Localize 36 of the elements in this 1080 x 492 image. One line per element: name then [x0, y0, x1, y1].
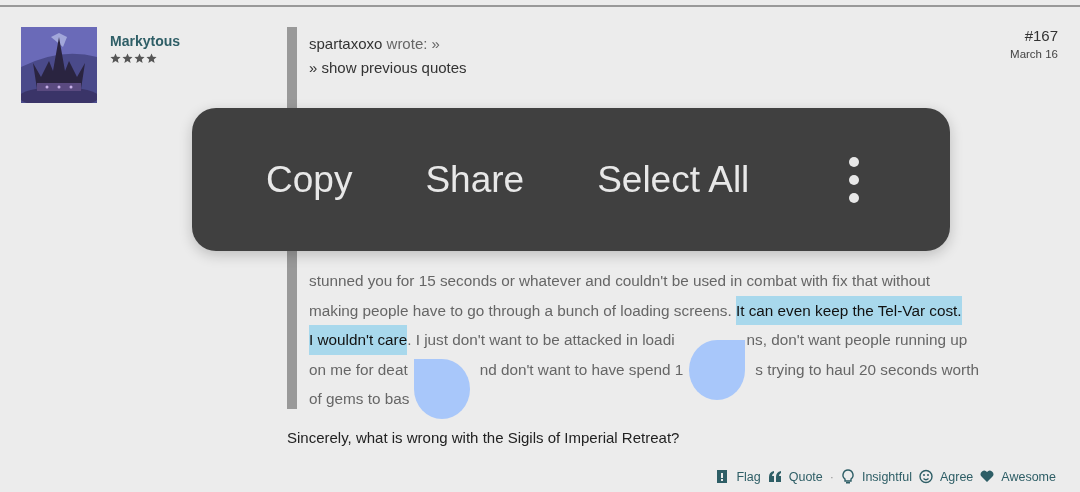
quote-text: s trying to haul 20 seconds worth — [755, 359, 979, 380]
quote-text: . I just don't want to be attacked in loadi — [407, 330, 675, 350]
more-icon[interactable] — [847, 154, 862, 205]
star-icon — [122, 53, 133, 64]
post-text: Sincerely, what is wrong with the Sigils of Imperial Retreat? — [287, 429, 681, 446]
quote-text: making people have to go through a bunch of loading screens. — [309, 300, 733, 321]
separator-dot: · — [829, 469, 834, 484]
quote-wrote: wrote: » — [386, 35, 440, 52]
star-icon — [134, 53, 145, 64]
quote-text: of gems to bas — [309, 389, 410, 409]
post-number[interactable]: #167 — [1010, 27, 1058, 44]
quote-text: on me for deat — [309, 359, 408, 380]
bulb-icon — [840, 469, 855, 484]
quote-author[interactable]: spartaxoxo — [309, 35, 383, 52]
show-previous-quotes-link[interactable]: » show previous quotes — [309, 56, 1011, 80]
quote-text: nd don't want to have spend 1 — [479, 359, 684, 380]
selected-text: I wouldn't care — [309, 325, 408, 355]
menu-item[interactable]: Copy — [246, 158, 373, 201]
action-link[interactable]: Quote — [788, 469, 823, 484]
quote-icon — [767, 469, 782, 484]
action-link[interactable]: Agree — [939, 469, 974, 484]
post-date: March 16 — [1010, 48, 1058, 60]
quote-text: stunned you for 15 seconds or whatever and couldn't be used in combat with fix that without — [309, 271, 931, 291]
username-link[interactable]: Markytous — [110, 33, 181, 49]
quote-text: ns, don't want people running up — [746, 330, 968, 350]
menu-item[interactable]: Select All — [577, 158, 770, 201]
star-icon — [146, 53, 157, 64]
star-icon — [110, 53, 121, 64]
smile-icon — [918, 469, 933, 484]
action-link[interactable]: Insightful — [861, 469, 912, 484]
heart-icon — [980, 469, 995, 484]
selected-text: It can even keep the Tel-Var cost. — [735, 295, 962, 325]
action-link[interactable]: Awesome — [1001, 469, 1056, 484]
menu-item[interactable]: Share — [405, 158, 545, 201]
action-link[interactable]: Flag — [736, 469, 761, 484]
flag-icon — [715, 469, 730, 484]
